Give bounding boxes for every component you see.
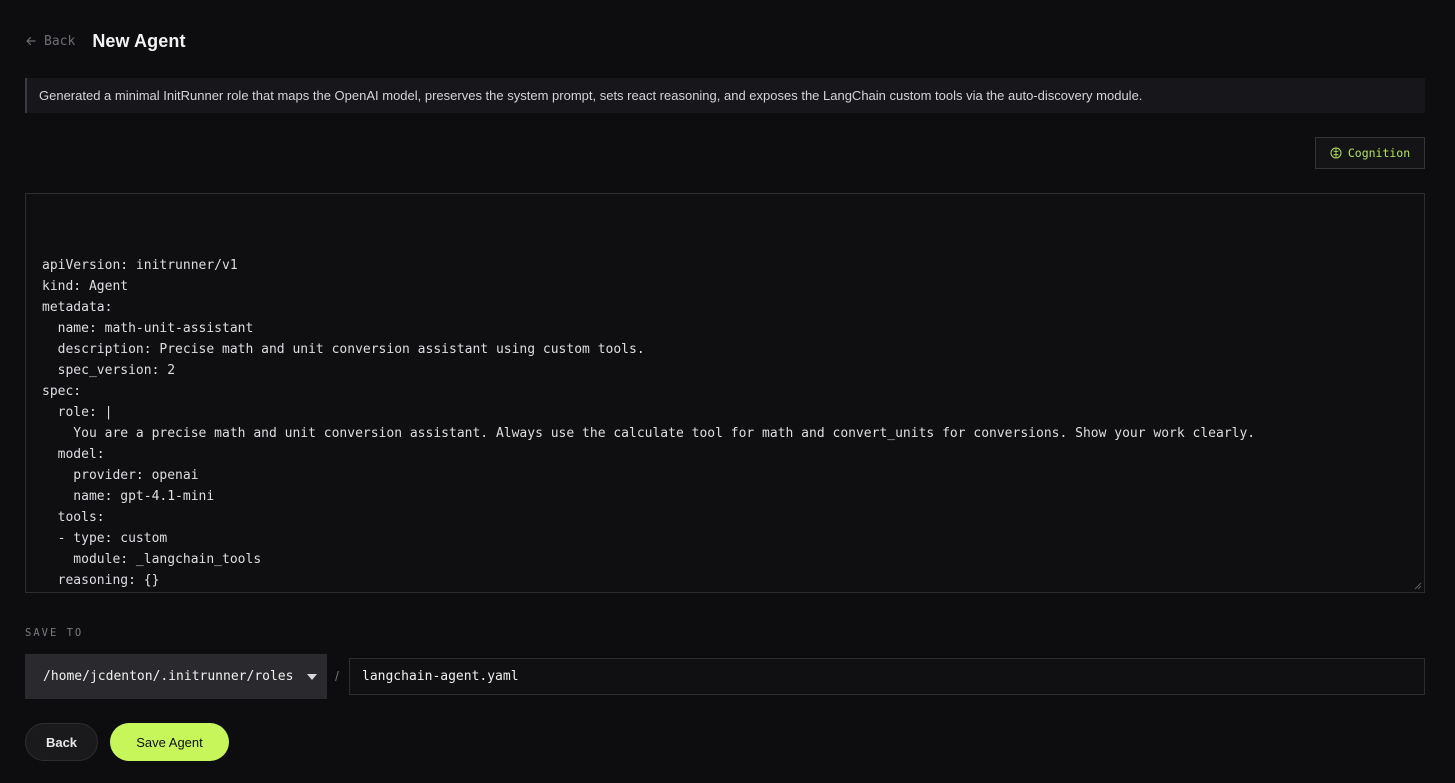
generation-summary: Generated a minimal InitRunner role that… <box>25 78 1425 113</box>
directory-select[interactable]: /home/jcdenton/.initrunner/roles <box>25 654 327 699</box>
cognition-label: Cognition <box>1347 146 1411 160</box>
save-agent-button[interactable]: Save Agent <box>110 723 229 761</box>
editor-line: tools: <box>42 510 105 525</box>
page-title: New Agent <box>92 30 186 51</box>
arrow-left-icon <box>26 36 36 46</box>
resize-grip-icon[interactable] <box>1414 582 1422 590</box>
editor-line: role: | <box>42 405 113 420</box>
editor-line: - type: custom <box>42 531 168 546</box>
new-agent-page: Back New Agent Generated a minimal InitR… <box>0 0 1455 783</box>
yaml-editor[interactable]: apiVersion: initrunner/v1 kind: Agent meta… <box>25 193 1425 593</box>
chevron-down-icon <box>307 673 317 680</box>
editor-line: provider: openai <box>42 468 199 483</box>
editor-line: name: gpt-4.1-mini <box>42 489 215 504</box>
directory-value: /home/jcdenton/.initrunner/roles <box>43 669 294 684</box>
back-button[interactable]: Back <box>25 723 98 761</box>
editor-line: spec: <box>42 384 82 399</box>
editor-line: description: Precise math and unit conve… <box>42 342 645 357</box>
editor-line: reasoning: {} <box>42 573 160 588</box>
page-header: Back New Agent <box>25 28 186 54</box>
save-to-label: SAVE TO <box>25 627 84 639</box>
brain-icon <box>1330 147 1342 159</box>
editor-line: model: <box>42 447 105 462</box>
back-link-label: Back <box>44 33 76 49</box>
editor-line: module: _langchain_tools <box>42 552 262 567</box>
back-link[interactable]: Back <box>25 34 75 49</box>
editor-line: apiVersion: initrunner/v1 <box>42 258 238 273</box>
filename-input[interactable] <box>349 658 1425 695</box>
cognition-button[interactable]: Cognition <box>1315 137 1425 169</box>
path-separator: / <box>335 668 339 684</box>
editor-line: kind: Agent <box>42 279 129 294</box>
editor-line: name: math-unit-assistant <box>42 321 254 336</box>
editor-line: metadata: <box>42 300 113 315</box>
editor-content: apiVersion: initrunner/v1 kind: Agent meta… <box>42 255 1408 591</box>
editor-line: You are a precise math and unit conversi… <box>42 426 1256 441</box>
editor-line: spec_version: 2 <box>42 363 176 378</box>
